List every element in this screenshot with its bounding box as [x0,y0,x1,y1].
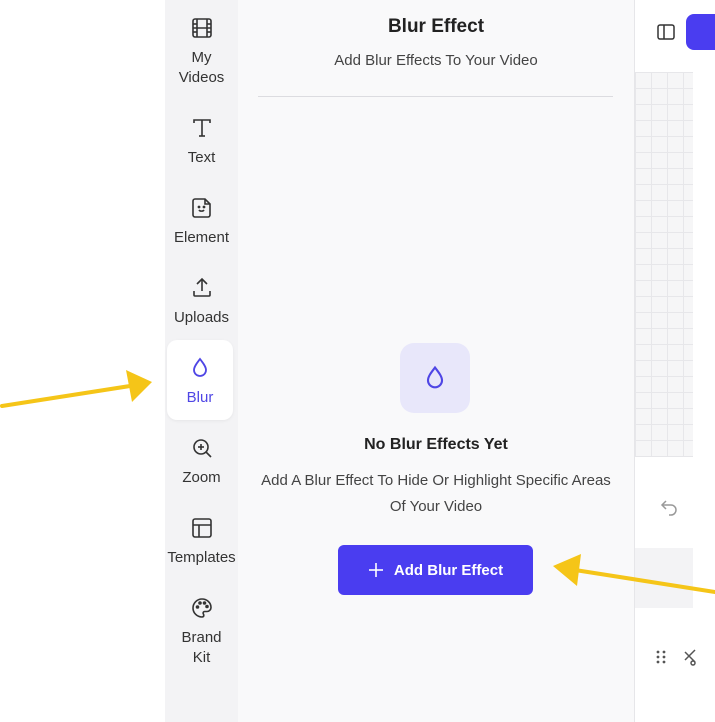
primary-action-button[interactable] [686,14,715,50]
canvas-grid [635,72,693,456]
canvas-edge [693,72,715,456]
droplet-icon [426,365,444,389]
sidebar-item-uploads[interactable]: Uploads [165,260,238,340]
sidebar-item-label: Blur [186,389,214,406]
zoom-in-icon [190,436,214,460]
sidebar-item-templates[interactable]: Templates [165,500,238,580]
sidebar-item-zoom[interactable]: Zoom [165,420,238,500]
scissors-icon[interactable] [682,646,698,666]
empty-state-icon [400,343,470,413]
undo-icon[interactable] [659,496,679,516]
film-icon [190,16,214,40]
upload-icon [190,276,214,300]
blur-effect-panel: Blur Effect Add Blur Effects To Your Vid… [238,0,635,722]
droplet-icon [188,356,212,380]
sidebar-item-label: Templates [167,549,236,566]
sidebar-item-element[interactable]: Element [165,180,238,260]
sidebar-rail: My Videos Text Element Uploads Blur Zoom [165,0,238,722]
empty-state-title: No Blur Effects Yet [364,436,508,453]
sidebar-item-label: My Videos [178,49,225,86]
add-button-label: Add Blur Effect [393,561,504,579]
sidebar-item-blur[interactable]: Blur [167,340,233,420]
empty-state-description: Add A Blur Effect To Hide Or Highlight S… [261,472,611,515]
plus-icon [368,563,383,577]
sidebar-item-my-videos[interactable]: My Videos [165,0,238,86]
sidebar-item-label: Element [173,229,230,246]
sidebar-item-text[interactable]: Text [165,100,238,180]
timeline-header [635,548,693,608]
sidebar-item-brand-kit[interactable]: Brand Kit [165,580,238,666]
add-blur-effect-button[interactable]: Add Blur Effect [338,545,533,595]
layout-icon [190,516,214,540]
sidebar-item-label: Uploads [173,309,230,326]
sticker-icon [190,196,214,220]
sidebar-toggle-icon[interactable] [656,22,676,42]
drag-handle-icon[interactable] [654,648,668,666]
palette-icon [190,596,214,620]
text-icon [190,116,214,140]
panel-subtitle: Add Blur Effects To Your Video [334,52,538,69]
panel-title: Blur Effect [387,16,485,37]
right-edge [693,456,715,722]
annotation-arrow-left [0,370,152,408]
sidebar-item-label: Text [187,149,216,166]
sidebar-item-label: Brand Kit [181,629,222,666]
divider [258,96,613,97]
sidebar-item-label: Zoom [182,469,221,486]
